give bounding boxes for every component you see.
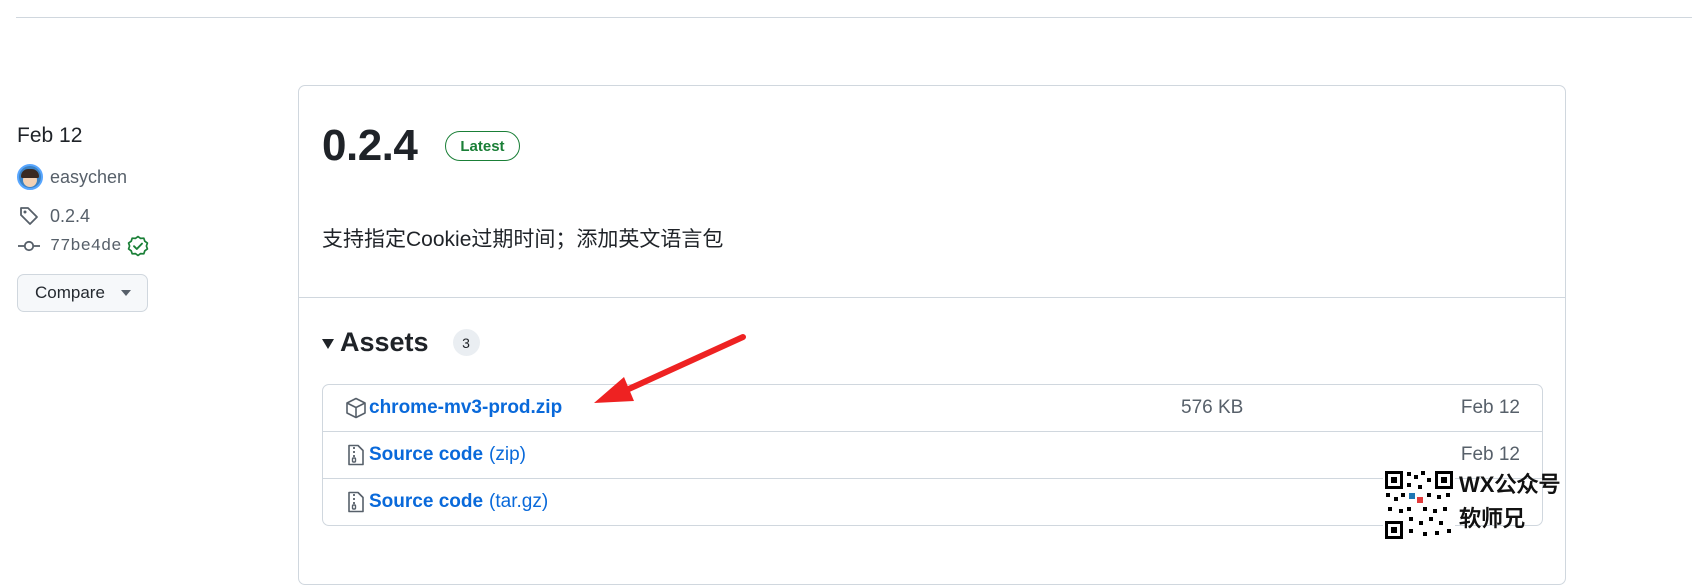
triangle-down-icon [322,338,334,349]
release-title[interactable]: 0.2.4 [322,120,418,172]
git-commit-icon [17,234,41,258]
watermark: WX公众号 软师兄 [1383,467,1683,567]
author-name[interactable]: easychen [50,167,127,188]
top-divider [16,17,1692,18]
asset-row: Source code (tar.gz) [323,478,1542,525]
asset-date: Feb 12 [1460,397,1520,418]
tag-label[interactable]: 0.2.4 [50,206,90,227]
release-notes: 支持指定Cookie过期时间；添加英文语言包 [322,228,724,251]
chevron-down-icon [121,290,131,296]
asset-size: 576 KB [1181,397,1244,418]
assets-title: Assets [340,327,429,357]
card-divider [299,297,1565,298]
latest-badge: Latest [445,131,520,161]
asset-date: Feb 12 [1460,444,1520,465]
commit-sha[interactable]: 77be4de [50,237,121,256]
asset-list: chrome-mv3-prod.zip 576 KB Feb 12 Source… [322,384,1543,526]
asset-link[interactable]: Source code [369,491,483,513]
commit-row[interactable]: 77be4de [17,234,277,258]
tag-icon [17,204,41,228]
verified-check-icon[interactable] [127,235,149,257]
asset-row: chrome-mv3-prod.zip 576 KB Feb 12 [323,385,1542,431]
asset-link[interactable]: chrome-mv3-prod.zip [369,397,562,419]
asset-format[interactable]: (tar.gz) [489,491,548,513]
assets-count-badge: 3 [452,329,480,356]
release-header: 0.2.4 Latest [322,120,520,172]
annotation-arrow [594,334,746,403]
tag-row[interactable]: 0.2.4 [17,204,277,228]
release-card: 0.2.4 Latest 支持指定Cookie过期时间；添加英文语言包 Asse… [298,85,1566,585]
asset-row: Source code (zip) Feb 12 [323,431,1542,478]
compare-button[interactable]: Compare [17,274,148,312]
watermark-line1: WX公众号 [1459,472,1561,497]
compare-label: Compare [35,283,105,302]
qr-code-icon [1383,469,1455,541]
author-row[interactable]: easychen [17,164,277,190]
asset-format[interactable]: (zip) [489,444,526,466]
avatar[interactable] [17,164,43,190]
release-meta-sidebar: Feb 12 easychen 0.2.4 77be4de Compare [17,122,277,312]
asset-link[interactable]: Source code [369,444,483,466]
package-icon [345,396,369,420]
file-zip-icon [345,490,369,514]
file-zip-icon [345,443,369,467]
watermark-line2: 软师兄 [1459,506,1526,531]
assets-toggle[interactable]: Assets 3 [322,327,480,358]
release-date: Feb 12 [17,124,83,147]
